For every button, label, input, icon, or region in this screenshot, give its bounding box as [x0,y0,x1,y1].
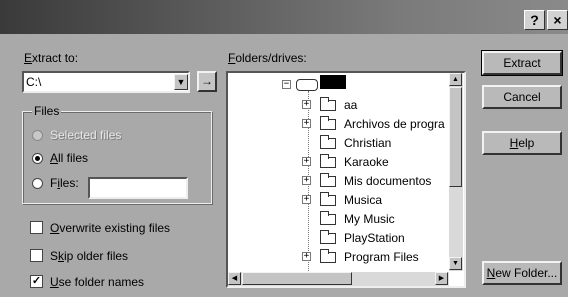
selected-files-label: Selected files [50,128,122,142]
skip-older-label: Skip older files [50,249,129,263]
title-bar [0,0,568,34]
tree-item-label: Karaoke [344,155,389,169]
all-files-radio[interactable] [32,153,43,164]
drive-label-redacted [320,75,346,89]
folder-icon [320,135,336,149]
tree-item-label: Musica [344,193,383,207]
extract-to-label: Extract to: [24,51,79,65]
folder-icon [320,192,336,206]
root-expander-icon[interactable]: − [282,80,291,89]
expand-icon[interactable]: + [302,100,311,109]
extract-path-value: C:\ [26,75,42,89]
use-folder-names-label: Use folder names [50,275,145,289]
help-title-button[interactable]: ? [524,10,545,30]
help-button[interactable]: Help [482,131,562,155]
folder-tree[interactable]: − + aa + Archivos de progra Christian + … [226,71,466,288]
selected-files-radio[interactable] [32,130,43,141]
folder-icon [320,211,336,225]
tree-item-label: PlayStation [344,231,405,245]
files-pattern-input[interactable] [88,177,188,199]
folder-icon [320,154,336,168]
vertical-scroll-thumb[interactable] [449,87,462,187]
expand-icon[interactable]: + [302,252,311,261]
files-label: Files: [50,176,79,190]
extract-button[interactable]: Extract [481,50,563,76]
folder-icon [320,173,336,187]
scroll-up-icon[interactable]: ▲ [449,73,462,86]
tree-item-label: Archivos de progra [344,117,445,131]
folder-icon [320,97,336,111]
folder-icon [320,230,336,244]
close-button[interactable]: × [547,10,568,30]
expand-icon[interactable]: + [302,119,311,128]
expand-icon[interactable]: + [302,157,311,166]
scroll-down-icon[interactable]: ▼ [449,257,462,270]
horizontal-scrollbar[interactable]: ◀ ▶ [228,272,449,286]
expand-icon[interactable]: + [302,176,311,185]
tree-item-label: aa [344,98,358,112]
extract-path-combo[interactable]: C:\ ▼ [22,71,190,93]
cancel-button[interactable]: Cancel [482,85,562,109]
browse-arrow-button[interactable]: → [197,71,217,92]
vertical-scrollbar[interactable]: ▲ ▼ [449,73,463,271]
tree-item-label: My Music [344,212,395,226]
folders-drives-label: Folders/drives: [228,51,307,65]
tree-item-label: Program Files [344,250,419,264]
skip-older-checkbox[interactable] [30,249,43,262]
tree-item-label: Mis documentos [344,174,432,188]
folder-icon [320,116,336,130]
overwrite-checkbox[interactable] [30,221,43,234]
new-folder-button[interactable]: New Folder... [482,261,562,285]
all-files-label: All files [50,151,89,165]
scroll-left-icon[interactable]: ◀ [228,272,241,285]
use-folder-names-checkbox[interactable]: ✓ [30,275,43,288]
files-radio[interactable] [32,178,43,189]
folder-icon [320,249,336,263]
horizontal-scroll-thumb[interactable] [242,272,352,285]
drive-icon [296,79,318,91]
dropdown-arrow-icon[interactable]: ▼ [174,74,188,90]
tree-item-label: Christian [344,136,392,150]
overwrite-label: Overwrite existing files [50,221,171,235]
expand-icon[interactable]: + [302,195,311,204]
scroll-right-icon[interactable]: ▶ [435,272,448,285]
files-group-title: Files [32,104,62,118]
